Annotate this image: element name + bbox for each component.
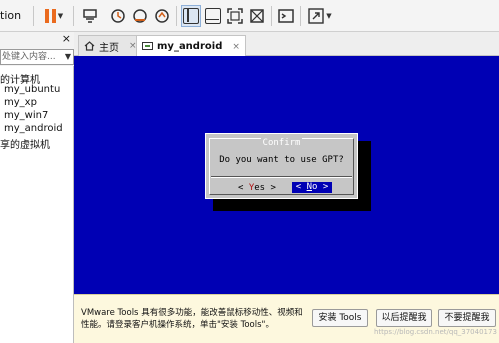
pause-icon: [44, 9, 56, 23]
tab-home-label: 主页: [99, 42, 119, 54]
tab-my-android-label: my_android: [157, 41, 223, 52]
snapshot-button[interactable]: [108, 5, 128, 27]
tree-item-my-android[interactable]: my_android: [4, 123, 63, 134]
home-icon: [84, 41, 95, 51]
toolbar-separator: [300, 6, 301, 26]
tab-bar: 主页 × my_android ×: [74, 32, 499, 57]
toolbar-separator: [73, 6, 74, 26]
yes-button[interactable]: < Yes >: [238, 183, 276, 193]
close-icon[interactable]: ×: [62, 32, 71, 45]
manage-snapshots-icon: [155, 9, 169, 23]
chevron-down-icon: ▼: [326, 12, 332, 20]
snapshot-icon: [111, 9, 125, 23]
tree-item-my-ubuntu[interactable]: my_ubuntu: [4, 84, 60, 95]
tab-my-android[interactable]: my_android ×: [136, 35, 246, 57]
vm-icon: [142, 41, 153, 50]
thumbnail-view-icon: [205, 8, 221, 24]
toolbar-separator: [271, 6, 272, 26]
send-keys-icon: [83, 9, 97, 23]
confirm-dialog: Confirm Do you want to use GPT? < Yes > …: [205, 133, 358, 199]
dialog-frame: Confirm Do you want to use GPT? < Yes > …: [209, 138, 354, 195]
chevron-down-icon[interactable]: ▼: [65, 50, 71, 64]
unity-icon: [250, 9, 264, 23]
tree-item-my-win7[interactable]: my_win7: [4, 110, 48, 121]
console-icon: [278, 9, 294, 23]
chevron-down-icon: ▼: [57, 12, 64, 20]
watermark: https://blog.csdn.net/qq_37040173: [374, 328, 497, 336]
vm-menu[interactable]: tion: [0, 9, 21, 22]
vm-screen[interactable]: Confirm Do you want to use GPT? < Yes > …: [74, 56, 499, 294]
console-button[interactable]: [276, 5, 296, 27]
manage-snapshots-button[interactable]: [152, 5, 172, 27]
search-placeholder: 处键入内容...: [2, 52, 56, 62]
stretch-button[interactable]: ▼: [306, 5, 334, 27]
library-search-input[interactable]: 处键入内容... ▼: [0, 49, 74, 65]
tree-item-shared-vms[interactable]: 享的虚拟机: [0, 136, 50, 151]
close-icon[interactable]: ×: [232, 42, 240, 52]
send-keys-button[interactable]: [80, 5, 100, 27]
revert-snapshot-button[interactable]: [130, 5, 150, 27]
pause-button[interactable]: ▼: [40, 5, 68, 27]
fullscreen-icon: [227, 8, 243, 24]
library-view-icon: [183, 8, 199, 24]
library-view-button[interactable]: [181, 5, 201, 27]
dialog-message: Do you want to use GPT?: [219, 155, 344, 165]
remind-later-button[interactable]: 以后提醒我: [376, 309, 432, 327]
revert-snapshot-icon: [133, 9, 147, 23]
vmware-tools-notification: VMware Tools 具有很多功能，能改善鼠标移动性、视频和性能。请登录客户…: [74, 294, 499, 343]
library-tree: 的计算机 my_ubuntu my_xp my_win7 my_android …: [0, 66, 74, 343]
fullscreen-button[interactable]: [225, 5, 245, 27]
tab-home[interactable]: 主页 ×: [78, 35, 143, 56]
dialog-divider: [211, 176, 352, 178]
install-tools-button[interactable]: 安装 Tools: [312, 309, 368, 327]
dialog-title: Confirm: [260, 138, 303, 148]
dont-remind-button[interactable]: 不要提醒我: [438, 309, 496, 327]
toolbar: tion ▼ ▼: [0, 0, 499, 32]
stretch-icon: [308, 8, 324, 24]
tree-item-my-xp[interactable]: my_xp: [4, 97, 37, 108]
thumbnail-view-button[interactable]: [203, 5, 223, 27]
toolbar-separator: [176, 6, 177, 26]
library-panel-header: ×: [0, 32, 74, 48]
notification-text: VMware Tools 具有很多功能，能改善鼠标移动性、视频和性能。请登录客户…: [81, 308, 303, 330]
unity-button[interactable]: [247, 5, 267, 27]
no-button[interactable]: < No >: [292, 182, 332, 193]
toolbar-separator: [33, 6, 34, 26]
